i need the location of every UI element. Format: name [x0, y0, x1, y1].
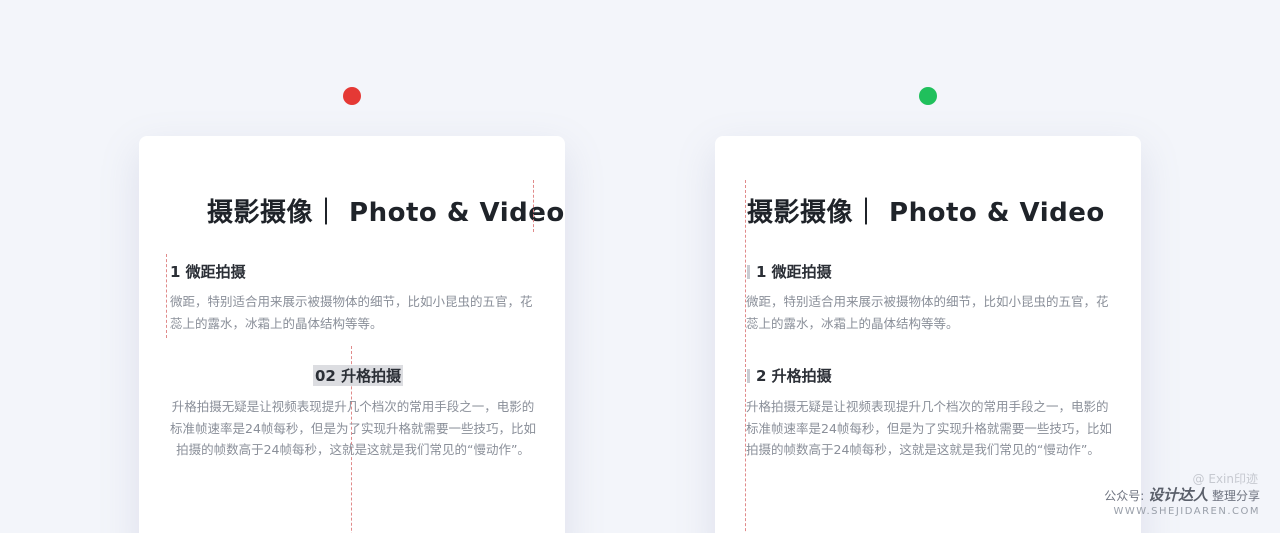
- heading-marker: [747, 265, 750, 279]
- section-heading-slowmo: 02 升格拍摄: [313, 365, 404, 386]
- source-badge: 公众号: 设计达人 整理分享 WWW.SHEJIDAREN.COM: [1104, 484, 1260, 517]
- card-title: 摄影摄像｜ Photo & Video: [207, 198, 565, 228]
- section-heading-macro: 1 微距拍摄: [747, 261, 832, 282]
- badge-prefix: 公众号:: [1104, 489, 1145, 503]
- badge-url: WWW.SHEJIDAREN.COM: [1113, 506, 1260, 517]
- heading-text: 2 升格拍摄: [756, 367, 832, 385]
- incorrect-indicator-dot: [343, 87, 361, 105]
- section-body-macro: 微距，特别适合用来展示被摄物体的细节，比如小昆虫的五官，花蕊上的露水，冰霜上的晶…: [170, 294, 533, 331]
- section-heading-slowmo: 2 升格拍摄: [747, 365, 832, 386]
- correct-example-card: 摄影摄像｜ Photo & Video 1 微距拍摄 微距，特别适合用来展示被摄…: [715, 136, 1141, 533]
- badge-line: 公众号: 设计达人 整理分享: [1104, 484, 1260, 505]
- badge-brand: 设计达人: [1148, 486, 1209, 504]
- section-body-macro: 微距，特别适合用来展示被摄物体的细节，比如小昆虫的五官，花蕊上的露水，冰霜上的晶…: [746, 294, 1109, 331]
- heading-marker: [747, 369, 750, 383]
- section-body-slowmo: 升格拍摄无疑是让视频表现提升几个档次的常用手段之一，电影的标准帧速率是24帧每秒…: [746, 399, 1112, 457]
- section-heading-macro: 1 微距拍摄: [170, 263, 246, 281]
- section-body-slowmo: 升格拍摄无疑是让视频表现提升几个档次的常用手段之一，电影的标准帧速率是24帧每秒…: [170, 399, 536, 457]
- badge-suffix: 整理分享: [1211, 489, 1260, 503]
- alignment-guide-left: [166, 254, 167, 338]
- alignment-guide-left: [745, 180, 746, 533]
- correct-indicator-dot: [919, 87, 937, 105]
- incorrect-example-card: 摄影摄像｜ Photo & Video 1 微距拍摄 微距，特别适合用来展示被摄…: [139, 136, 565, 533]
- card-title: 摄影摄像｜ Photo & Video: [747, 198, 1105, 228]
- alignment-guide-title-right: [533, 180, 534, 232]
- heading-text: 1 微距拍摄: [756, 263, 832, 281]
